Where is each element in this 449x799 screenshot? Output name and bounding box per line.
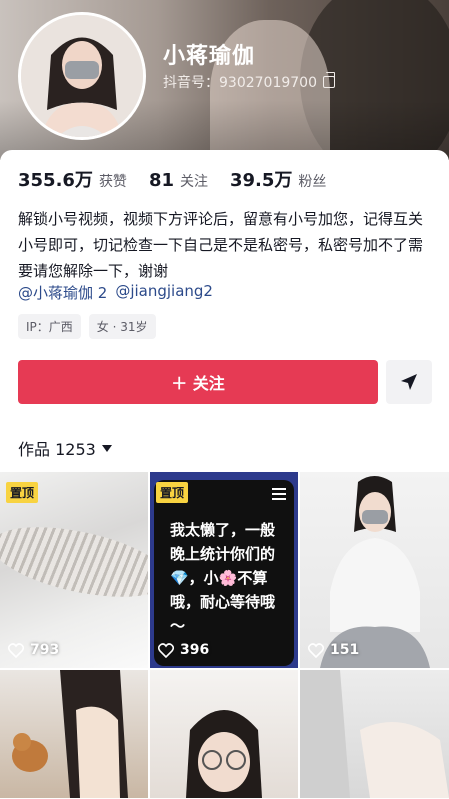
likes-value: 396 bbox=[180, 642, 210, 658]
works-tab[interactable]: 作品 1253 bbox=[18, 436, 112, 460]
heart-icon bbox=[308, 642, 324, 658]
video-thumbnail bbox=[186, 710, 262, 798]
feather-graphic bbox=[0, 513, 148, 611]
profile-bio: 解锁小号视频，视频下方评论后，留意有小号加您，记得互关小号即可，切记检查一下自己… bbox=[18, 210, 424, 280]
video-tile[interactable]: 151 bbox=[300, 472, 449, 668]
overlay-text: 我太懒了，一般晚上统计你们的💎，小🌸不算哦，耐心等待哦～ bbox=[170, 521, 276, 635]
copy-icon[interactable] bbox=[322, 72, 335, 88]
caret-down-icon bbox=[101, 444, 112, 452]
video-tile[interactable] bbox=[0, 670, 148, 798]
profile-banner: 小蒋瑜伽 抖音号：93027019700 bbox=[0, 0, 449, 160]
stats-row: 355.6万 获赞 81 关注 39.5万 粉丝 bbox=[18, 166, 348, 192]
profile-card: 355.6万 获赞 81 关注 39.5万 粉丝 解锁小号视频，视频下方评论后，… bbox=[0, 150, 449, 799]
likes-count: 396 bbox=[158, 642, 209, 658]
video-tile[interactable] bbox=[150, 670, 298, 798]
likes-count: 151 bbox=[308, 642, 359, 658]
stat-followers[interactable]: 39.5万 粉丝 bbox=[230, 166, 326, 192]
tags-row: IP：广西 女 · 31岁 bbox=[18, 314, 156, 339]
stat-value: 81 bbox=[148, 170, 174, 191]
douyin-id-text: 抖音号：93027019700 bbox=[163, 75, 317, 91]
mention-link[interactable]: @小蒋瑜伽 2 bbox=[18, 282, 107, 303]
video-thumbnail bbox=[300, 670, 449, 798]
avatar-image bbox=[21, 15, 143, 137]
likes-value: 793 bbox=[30, 642, 60, 658]
heart-icon bbox=[8, 642, 24, 658]
stat-following[interactable]: 81 关注 bbox=[149, 170, 208, 191]
works-label: 作品 1253 bbox=[18, 440, 96, 459]
stat-value: 39.5万 bbox=[230, 170, 293, 191]
douyin-id[interactable]: 抖音号：93027019700 bbox=[163, 72, 335, 92]
gender-age-tag: 女 · 31岁 bbox=[88, 314, 156, 339]
stat-label: 获赞 bbox=[98, 174, 127, 190]
mentions-row: @小蒋瑜伽 2 @jiangjiang2 bbox=[18, 282, 213, 303]
video-tile[interactable]: 置顶 我太懒了，一般晚上统计你们的💎，小🌸不算哦，耐心等待哦～ 396 bbox=[150, 472, 298, 668]
follow-button[interactable]: ＋ 关注 bbox=[18, 360, 378, 404]
mention-link[interactable]: @jiangjiang2 bbox=[115, 282, 213, 303]
pinned-badge: 置顶 bbox=[156, 482, 189, 503]
video-tile[interactable] bbox=[300, 670, 449, 798]
video-thumbnail bbox=[320, 476, 430, 668]
menu-icon bbox=[272, 488, 286, 503]
video-thumbnail bbox=[12, 670, 128, 798]
pinned-badge: 置顶 bbox=[6, 482, 39, 503]
heart-icon bbox=[158, 642, 174, 658]
stat-likes[interactable]: 355.6万 获赞 bbox=[18, 166, 127, 192]
likes-value: 151 bbox=[330, 642, 360, 658]
send-icon bbox=[401, 374, 417, 390]
avatar[interactable] bbox=[18, 12, 146, 140]
stat-label: 关注 bbox=[180, 174, 208, 190]
share-button[interactable] bbox=[386, 360, 432, 404]
video-tile[interactable]: 置顶 793 bbox=[0, 472, 148, 668]
likes-count: 793 bbox=[8, 642, 59, 658]
video-grid: 置顶 793 置顶 我太懒了，一般晚上统计你们的💎，小🌸不算哦，耐心等待哦～ 3… bbox=[0, 472, 449, 798]
profile-name: 小蒋瑜伽 bbox=[163, 44, 256, 69]
stat-label: 粉丝 bbox=[298, 174, 327, 190]
stat-value: 355.6万 bbox=[18, 170, 93, 191]
ip-tag: IP：广西 bbox=[18, 314, 81, 339]
